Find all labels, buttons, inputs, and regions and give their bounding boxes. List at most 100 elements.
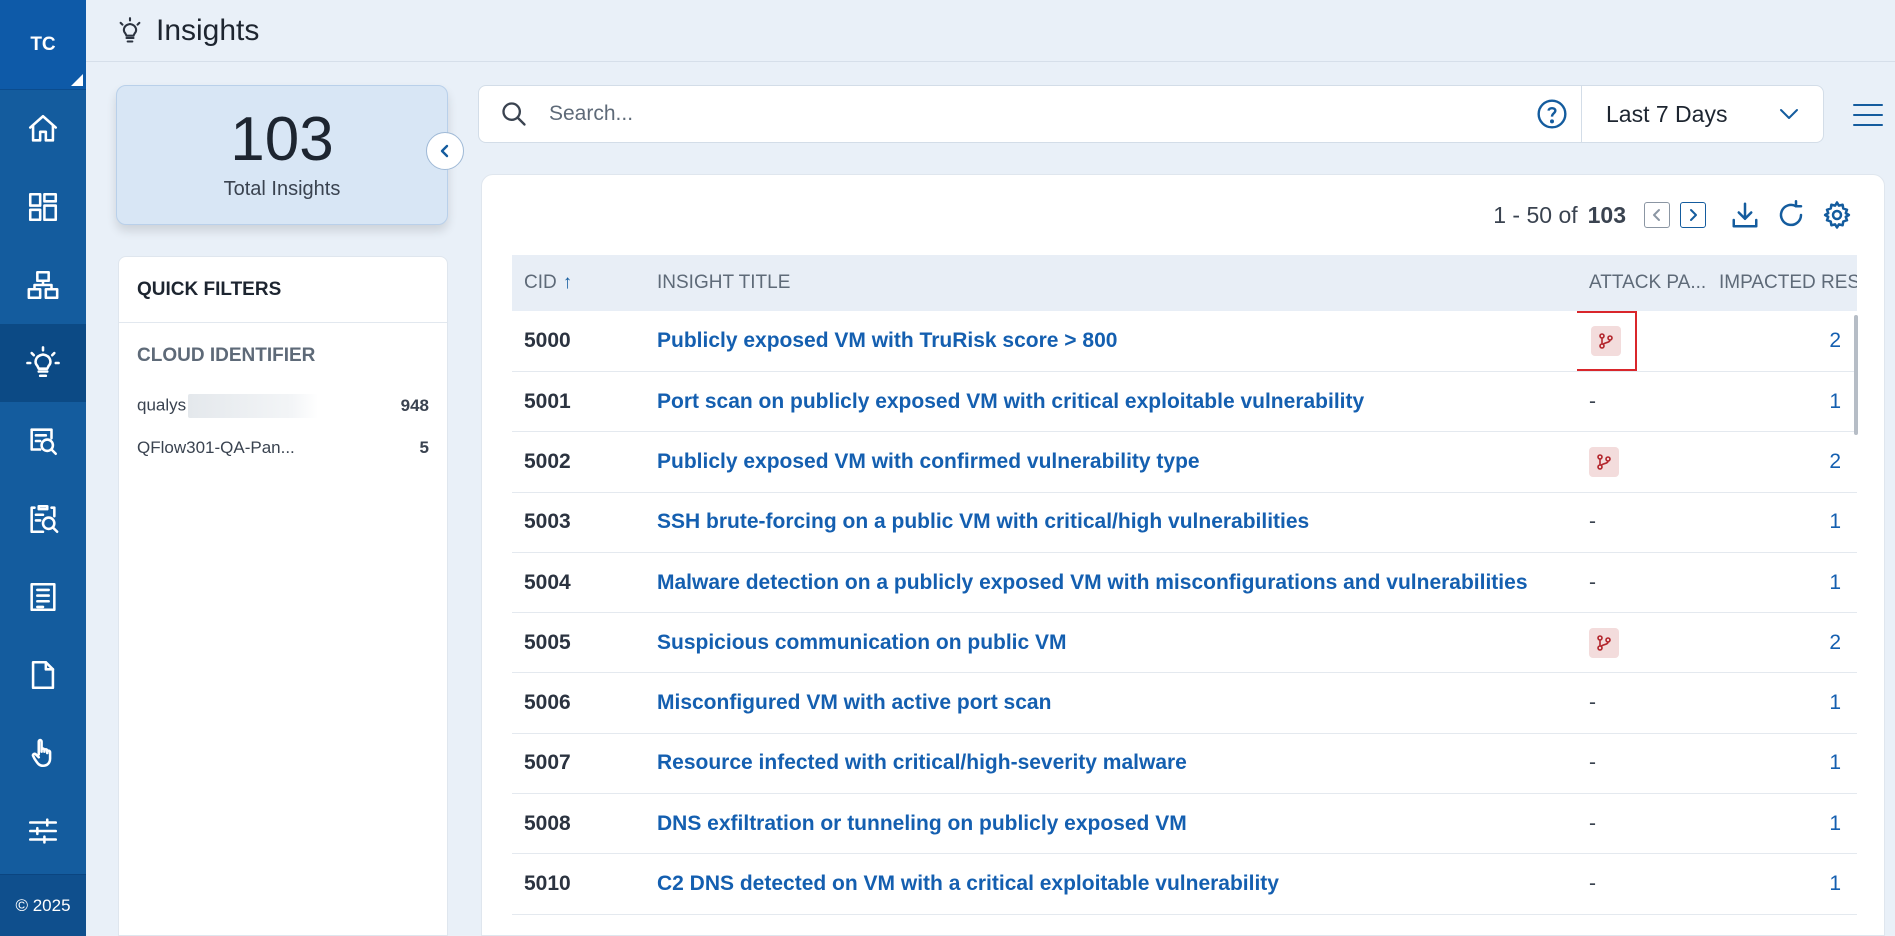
attack-path-icon (1599, 333, 1613, 349)
attack-path-highlight (1577, 311, 1637, 371)
chevron-left-icon (1653, 209, 1660, 221)
attack-path-button[interactable] (1591, 326, 1621, 356)
row-cid: 5008 (524, 811, 571, 835)
date-range-dropdown[interactable]: Last 7 Days (1581, 86, 1823, 142)
app-logo-text: TC (30, 33, 56, 55)
insight-title-link[interactable]: Malware detection on a publicly exposed … (645, 552, 1577, 612)
impacted-count-link[interactable]: 2 (1711, 311, 1857, 372)
prev-page-button[interactable] (1644, 202, 1670, 228)
row-cid: 5000 (524, 329, 571, 352)
insights-table: CID ↑ INSIGHT TITLE ATTACK PA... IMPACTED… (512, 255, 1857, 915)
nav-home[interactable] (0, 90, 86, 168)
filter-item[interactable]: qualys 948 (137, 385, 429, 427)
column-header-impacted[interactable]: IMPACTED RESOL (1711, 255, 1857, 311)
table-settings-button[interactable] (1820, 198, 1854, 232)
impacted-count-link[interactable]: 1 (1711, 552, 1857, 612)
column-header-title[interactable]: INSIGHT TITLE (645, 255, 1577, 311)
table-row: 5003 SSH brute-forcing on a public VM wi… (512, 492, 1857, 553)
refresh-button[interactable] (1774, 198, 1808, 232)
quick-filters-panel: QUICK FILTERS CLOUD IDENTIFIER qualys 94… (118, 256, 448, 936)
table-row: 5005 Suspicious communication on public … (512, 613, 1857, 673)
impacted-count-link[interactable]: 1 (1711, 794, 1857, 854)
redacted-text (188, 394, 319, 418)
quick-filters-title: QUICK FILTERS (119, 257, 447, 323)
impacted-count-link[interactable]: 2 (1711, 432, 1857, 492)
nav-inventory[interactable] (0, 246, 86, 324)
insight-title-link[interactable]: Publicly exposed VM with TruRisk score >… (645, 311, 1577, 372)
attack-path-cell (1577, 432, 1711, 492)
table-header-row: CID ↑ INSIGHT TITLE ATTACK PA... IMPACTED… (512, 255, 1857, 311)
cloud-identifier-section: CLOUD IDENTIFIER qualys 948 QFlow301-QA-… (119, 323, 447, 469)
collapse-panel-button[interactable] (426, 132, 464, 170)
column-header-attack-path[interactable]: ATTACK PA... (1577, 255, 1711, 311)
filter-item-label: qualys (137, 395, 187, 415)
filter-item-label-wrap: qualys (137, 394, 319, 418)
row-cid: 5002 (524, 449, 571, 473)
refresh-icon (1779, 200, 1803, 227)
nav-explorer[interactable] (0, 402, 86, 480)
insights-table-card: 1 - 50 of 103 CID ↑ INSIGHT TITLE ATTACK … (481, 174, 1885, 936)
impacted-count-link[interactable]: 1 (1711, 673, 1857, 733)
nav-touch[interactable] (0, 714, 86, 792)
insight-title-link[interactable]: Misconfigured VM with active port scan (645, 673, 1577, 733)
sliders-icon (28, 818, 58, 844)
impacted-count-link[interactable]: 1 (1711, 733, 1857, 793)
gear-icon (1823, 201, 1851, 229)
impacted-count-link[interactable]: 1 (1711, 854, 1857, 914)
filter-item[interactable]: QFlow301-QA-Pan... 5 (137, 427, 429, 469)
insight-title-link[interactable]: Publicly exposed VM with confirmed vulne… (645, 432, 1577, 492)
nav-settings[interactable] (0, 792, 86, 870)
nav-documents[interactable] (0, 636, 86, 714)
copyright: © 2025 (0, 874, 86, 936)
chevron-right-icon (1690, 209, 1697, 221)
next-page-button[interactable] (1680, 202, 1706, 228)
pagination-total: 103 (1587, 201, 1626, 228)
impacted-count-link[interactable]: 1 (1711, 372, 1857, 432)
page-header: Insights (86, 0, 1895, 62)
nav-investigate[interactable] (0, 480, 86, 558)
table-row: 5001 Port scan on publicly exposed VM wi… (512, 372, 1857, 432)
attack-path-cell: - (1589, 872, 1596, 896)
download-button[interactable] (1728, 198, 1762, 232)
hand-pointer-icon (31, 738, 52, 768)
column-header-cid-label: CID (524, 272, 557, 293)
row-cid: 5006 (524, 691, 571, 715)
insight-title-link[interactable]: SSH brute-forcing on a public VM with cr… (645, 492, 1577, 552)
column-header-cid[interactable]: CID ↑ (512, 255, 645, 311)
nav-dashboard[interactable] (0, 168, 86, 246)
lightbulb-icon (119, 16, 141, 43)
menu-button[interactable] (1852, 102, 1884, 128)
left-nav: TC © 2025 (0, 0, 86, 936)
chevron-left-icon (440, 144, 449, 158)
insight-title-link[interactable]: Port scan on publicly exposed VM with cr… (645, 372, 1577, 432)
impacted-count-link[interactable]: 2 (1711, 613, 1857, 673)
row-cid: 5004 (524, 570, 571, 594)
nav-insights[interactable] (0, 324, 86, 402)
impacted-count-link[interactable]: 1 (1711, 492, 1857, 552)
insight-title-link[interactable]: C2 DNS detected on VM with a critical ex… (645, 854, 1577, 914)
sort-asc-icon: ↑ (562, 272, 573, 293)
dashboard-icon (28, 192, 58, 222)
help-button[interactable] (1523, 98, 1581, 130)
table-scrollbar[interactable] (1854, 315, 1858, 435)
search-input[interactable] (549, 94, 1523, 134)
hamburger-icon (1853, 104, 1883, 126)
insight-title-link[interactable]: Resource infected with critical/high-sev… (645, 733, 1577, 793)
insight-title-link[interactable]: Suspicious communication on public VM (645, 613, 1577, 673)
attack-path-button[interactable] (1589, 627, 1619, 658)
total-insights-label: Total Insights (223, 178, 341, 200)
document-icon (31, 660, 55, 690)
lightbulb-icon (26, 346, 60, 378)
app-logo[interactable]: TC (0, 0, 86, 90)
nav-reports[interactable] (0, 558, 86, 636)
attack-path-button[interactable] (1589, 446, 1619, 477)
table-row: 5002 Publicly exposed VM with confirmed … (512, 432, 1857, 493)
row-cid: 5007 (524, 751, 571, 775)
logo-corner-icon (71, 74, 83, 86)
insight-title-link[interactable]: DNS exfiltration or tunneling on publicl… (645, 794, 1577, 854)
attack-path-cell: - (1589, 510, 1596, 534)
report-icon (30, 582, 56, 612)
cloud-identifier-title: CLOUD IDENTIFIER (137, 345, 316, 366)
total-insights-card: 103 Total Insights (116, 85, 448, 225)
attack-path-cell: - (1589, 389, 1596, 413)
